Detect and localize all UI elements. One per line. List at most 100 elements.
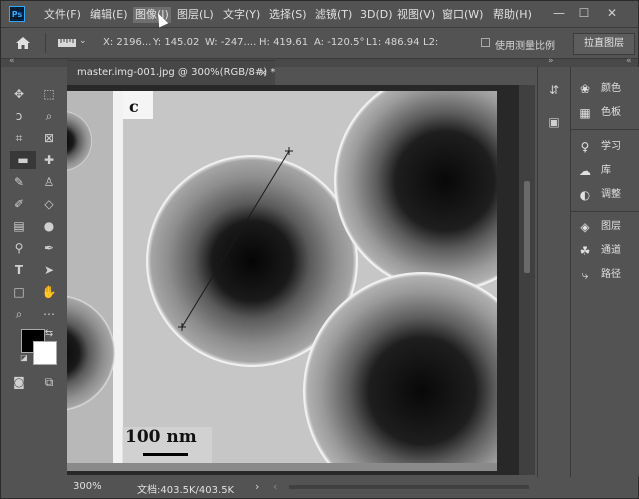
panel-layers[interactable]: ◈ 图层	[577, 217, 637, 237]
vertical-scrollbar[interactable]	[519, 85, 535, 475]
dodge-tool-icon[interactable]: ⚲	[10, 239, 28, 257]
menu-3d[interactable]: 3D(D)	[360, 7, 393, 23]
pen-tool-icon[interactable]: ✒	[40, 239, 58, 257]
path-select-tool-icon[interactable]: ➤	[40, 261, 58, 279]
menu-bar: Ps 文件(F) 编辑(E) 图像(I) 图层(L) 文字(Y) 选择(S) 滤…	[1, 1, 638, 28]
zoom-tool-icon[interactable]: ⌕	[10, 305, 28, 323]
home-icon[interactable]	[15, 36, 31, 50]
grid-icon: ▦	[579, 106, 591, 120]
menu-layer[interactable]: 图层(L)	[177, 7, 214, 23]
screen-mode-icon[interactable]: ⧉	[40, 373, 58, 391]
collapse-right-icon[interactable]: »	[548, 56, 554, 66]
frame-tool-icon[interactable]: ⊠	[40, 129, 58, 147]
x-readout: X: 2196...	[103, 37, 152, 48]
brush-tool-icon[interactable]: ✎	[10, 173, 28, 191]
cloud-icon: ☁	[579, 164, 591, 178]
close-tab-icon[interactable]: ×	[259, 66, 268, 79]
collapse-dock-icon[interactable]: «	[626, 56, 632, 66]
gradient-tool-icon[interactable]: ▤	[10, 217, 28, 235]
menu-help[interactable]: 帮助(H)	[493, 7, 532, 23]
tools-panel: ✥ ⬚ ↄ ⌕ ⌗ ⊠ ▬ ✚ ✎ ♙ ✐ ◇ ▤ ● ⚲ ✒ T ➤ □ ✋ …	[6, 81, 64, 481]
panel-swatches[interactable]: ▦ 色板	[577, 103, 637, 123]
panel-swatches-label: 色板	[601, 107, 621, 118]
panel-channels[interactable]: ☘ 通道	[577, 241, 637, 261]
menu-window[interactable]: 窗口(W)	[442, 7, 483, 23]
layers-icon: ◈	[580, 220, 590, 234]
horizontal-scrollbar[interactable]	[289, 485, 529, 489]
history-panel-icon[interactable]: ▣	[545, 113, 563, 131]
panel-color[interactable]: ❀ 颜色	[577, 79, 637, 99]
angle-readout: A: -120.5°	[314, 37, 365, 48]
bulb-icon: ♀	[580, 140, 590, 154]
stamp-tool-icon[interactable]: ♙	[40, 173, 58, 191]
panel-color-label: 颜色	[601, 83, 621, 94]
panel-label: c	[129, 97, 139, 116]
l2-readout: L2:	[423, 37, 439, 48]
history-brush-icon[interactable]: ✐	[10, 195, 28, 213]
panel-layers-label: 图层	[601, 221, 621, 232]
type-tool-icon[interactable]: T	[10, 261, 28, 279]
straighten-layer-button[interactable]: 拉直图层	[573, 33, 635, 55]
ruler-tool-icon[interactable]	[58, 39, 76, 47]
use-scale-label: 使用测量比例	[495, 41, 555, 52]
tool-preset-dropdown-icon[interactable]: ⌄	[79, 36, 87, 46]
minimize-button[interactable]: —	[549, 4, 569, 22]
status-menu-icon[interactable]: ›	[255, 480, 259, 493]
hand-tool-icon[interactable]: ✋	[40, 283, 58, 301]
background-color-swatch[interactable]	[33, 341, 57, 365]
ruler-tool-icon[interactable]: ▬	[10, 151, 36, 169]
menu-view[interactable]: 视图(V)	[397, 7, 435, 23]
artboard-tool-icon[interactable]: ⬚	[40, 85, 58, 103]
menu-edit[interactable]: 编辑(E)	[90, 7, 128, 23]
panel-learn[interactable]: ♀ 学习	[577, 137, 637, 157]
collapse-left-icon[interactable]: «	[9, 56, 15, 66]
document-size: 文档:403.5K/403.5K	[137, 485, 235, 496]
menu-select[interactable]: 选择(S)	[269, 7, 307, 23]
move-tool-icon[interactable]: ✥	[10, 85, 28, 103]
divider	[571, 211, 639, 212]
lasso-tool-icon[interactable]: ↄ	[10, 107, 28, 125]
h-readout: H: 419.61	[259, 37, 309, 48]
menu-filter[interactable]: 滤镜(T)	[315, 7, 352, 23]
y-readout: Y: 145.02	[153, 37, 200, 48]
document-title: master.img-001.jpg @ 300%(RGB/8#) *	[77, 67, 276, 78]
zoom-level[interactable]: 300%	[73, 481, 102, 492]
rectangle-tool-icon[interactable]: □	[10, 283, 28, 301]
document-tab[interactable]: master.img-001.jpg @ 300%(RGB/8#) * ×	[67, 60, 275, 85]
l1-readout: L1: 486.94	[366, 37, 420, 48]
palette-icon: ❀	[579, 82, 591, 96]
panel-learn-label: 学习	[601, 141, 621, 152]
eraser-tool-icon[interactable]: ◇	[40, 195, 58, 213]
maximize-button[interactable]: ☐	[574, 4, 594, 22]
quick-mask-icon[interactable]: ◙	[10, 373, 28, 391]
tem-micrograph	[67, 91, 497, 471]
properties-panel-icon[interactable]: ⇵	[545, 81, 563, 99]
close-button[interactable]: ✕	[602, 4, 622, 22]
canvas-area[interactable]: c 100 nm	[67, 85, 519, 475]
panel-adjustments-label: 调整	[601, 189, 621, 200]
panel-icons-column: ⇵ ▣	[537, 67, 570, 477]
blur-tool-icon[interactable]: ●	[40, 217, 58, 235]
menu-type[interactable]: 文字(Y)	[223, 7, 260, 23]
panel-dock: ❀ 颜色 ▦ 色板 ♀ 学习 ☁ 库 ◐ 调整 ◈ 图层 ☘ 通道 ⤷ 路径	[570, 67, 639, 477]
crop-tool-icon[interactable]: ⌗	[10, 129, 28, 147]
panel-adjustments[interactable]: ◐ 调整	[577, 185, 637, 205]
channels-icon: ☘	[579, 244, 591, 258]
panel-paths[interactable]: ⤷ 路径	[577, 265, 637, 285]
separator	[45, 33, 46, 53]
panel-channels-label: 通道	[601, 245, 621, 256]
more-tools-icon[interactable]: ⋯	[40, 305, 58, 323]
options-bar: ⌄ X: 2196... Y: 145.02 W: -247.... H: 41…	[1, 28, 638, 59]
scroll-left-icon[interactable]: ‹	[273, 480, 277, 493]
tem-image[interactable]: c 100 nm	[67, 91, 497, 471]
panel-libraries[interactable]: ☁ 库	[577, 161, 637, 181]
use-scale-checkbox[interactable]	[481, 38, 490, 47]
healing-tool-icon[interactable]: ✚	[40, 151, 58, 169]
scrollbar-thumb[interactable]	[524, 181, 530, 273]
menu-file[interactable]: 文件(F)	[44, 7, 81, 23]
panel-paths-label: 路径	[601, 269, 621, 280]
photoshop-window: Ps 文件(F) 编辑(E) 图像(I) 图层(L) 文字(Y) 选择(S) 滤…	[0, 0, 639, 499]
quick-select-tool-icon[interactable]: ⌕	[40, 107, 58, 125]
app-logo: Ps	[9, 6, 25, 22]
status-bar: 300% 文档:403.5K/403.5K › ‹	[67, 476, 537, 498]
